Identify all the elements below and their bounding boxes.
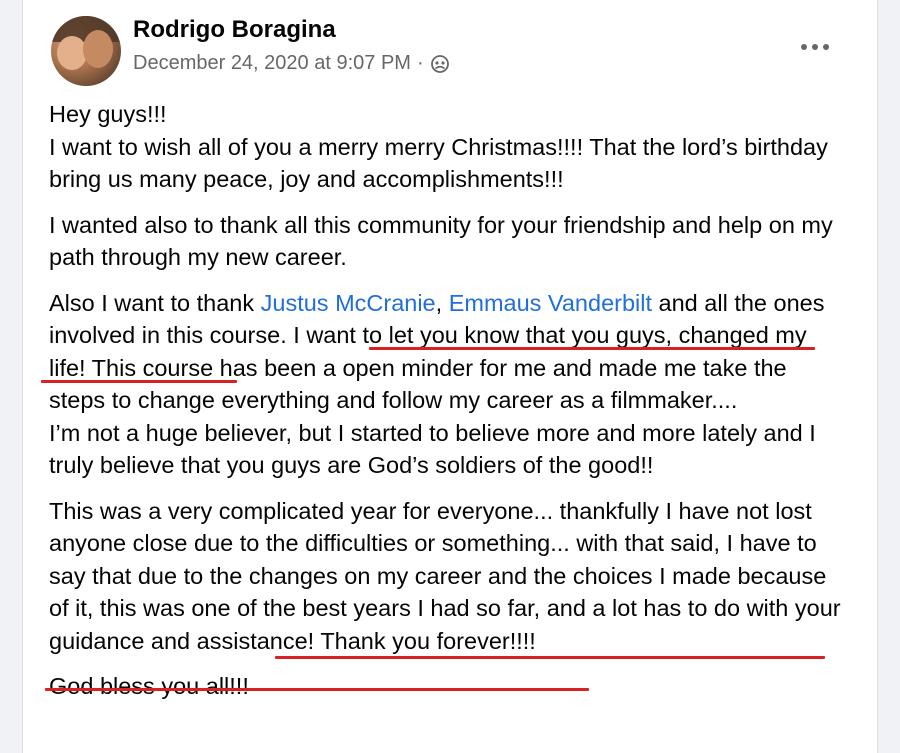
post-timestamp[interactable]: December 24, 2020 at 9:07 PM xyxy=(133,52,411,75)
author-avatar[interactable] xyxy=(51,16,121,86)
comma-text: , xyxy=(435,289,449,316)
believer-text: I’m not a huge believer, but I started t… xyxy=(49,419,816,479)
greeting-line: Hey guys!!! xyxy=(49,101,167,127)
meta-separator: · xyxy=(416,52,424,74)
post-body: Hey guys!!! I want to wish all of you a … xyxy=(49,98,849,716)
christmas-wish: I want to wish all of you a merry merry … xyxy=(49,133,828,193)
paragraph-thanks-people: Also I want to thank Justus McCranie, Em… xyxy=(49,287,849,482)
avatar-face-right xyxy=(83,30,113,68)
highlight-underline xyxy=(369,347,815,350)
mention-emmaus[interactable]: Emmaus Vanderbilt xyxy=(449,290,652,316)
more-dot xyxy=(812,44,818,50)
paragraph-blessing: God bless you all!!! xyxy=(49,673,249,699)
paragraph-greeting: Hey guys!!! I want to wish all of you a … xyxy=(49,98,849,196)
paragraph-year: This was a very complicated year for eve… xyxy=(49,497,841,654)
more-options-button[interactable] xyxy=(795,32,835,62)
more-dot xyxy=(801,44,807,50)
mention-justus[interactable]: Justus McCranie xyxy=(261,290,436,316)
more-dot xyxy=(823,44,829,50)
highlight-underline xyxy=(41,380,237,383)
post-meta: December 24, 2020 at 9:07 PM · xyxy=(133,52,450,75)
author-name[interactable]: Rodrigo Boragina xyxy=(133,16,336,44)
friends-globe-icon[interactable] xyxy=(430,54,450,74)
post-card: Rodrigo Boragina December 24, 2020 at 9:… xyxy=(22,0,878,753)
highlight-underline xyxy=(45,688,589,691)
highlight-underline xyxy=(275,656,825,659)
thanks-text: Also I want to thank xyxy=(49,289,261,316)
paragraph-thanks-community: I wanted also to thank all this communit… xyxy=(49,211,833,271)
